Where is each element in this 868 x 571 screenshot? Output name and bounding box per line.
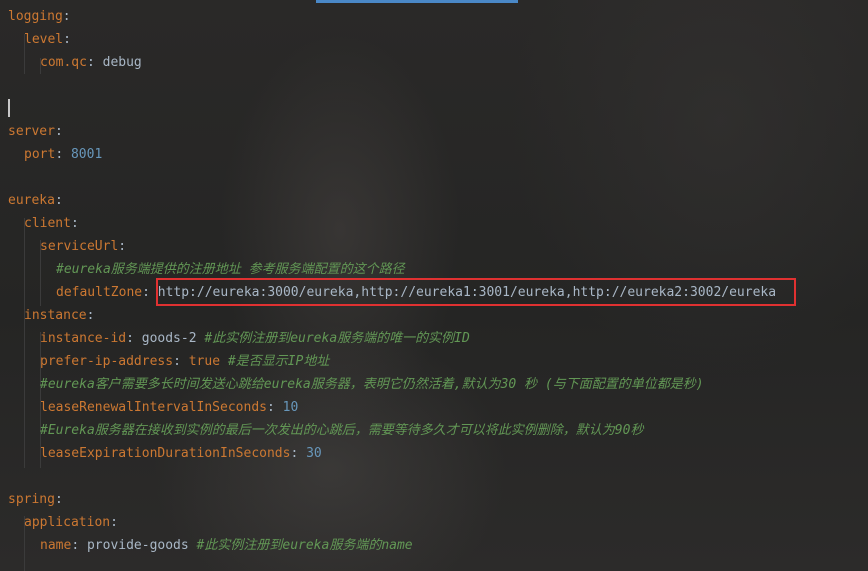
yaml-key: instance [24, 308, 87, 323]
yaml-separator: : [55, 147, 71, 162]
yaml-separator: : [266, 400, 283, 415]
code-line[interactable]: client: [24, 212, 79, 235]
indent-guide [24, 218, 25, 468]
yaml-separator: : [86, 55, 103, 70]
yaml-key: spring [8, 492, 55, 507]
yaml-key: instance-id [40, 331, 127, 346]
yaml-separator: : [173, 354, 189, 369]
yaml-comment: #是否显示IP地址 [220, 354, 330, 369]
yaml-separator: : [110, 515, 118, 530]
code-line[interactable]: prefer-ip-address: true #是否显示IP地址 [40, 350, 329, 373]
yaml-key: server [8, 124, 55, 139]
code-line[interactable]: port: 8001 [24, 143, 102, 166]
yaml-key: client [24, 216, 71, 231]
yaml-separator: : [63, 32, 71, 47]
yaml-key: com.qc [40, 55, 87, 70]
code-line[interactable]: instance-id: goods-2 #此实例注册到eureka服务端的唯一… [40, 327, 470, 350]
code-line[interactable]: com.qc: debug [40, 51, 142, 74]
yaml-key: leaseRenewalIntervalInSeconds [40, 400, 267, 415]
code-line[interactable]: level: [24, 28, 71, 51]
code-line[interactable]: server: [8, 120, 63, 143]
code-line[interactable]: instance: [24, 304, 94, 327]
yaml-number: 30 [306, 446, 322, 461]
yaml-key: eureka [8, 193, 55, 208]
yaml-comment: #Eureka服务器在接收到实例的最后一次发出的心跳后，需要等待多久才可以将此实… [40, 423, 644, 438]
code-line[interactable]: application: [24, 511, 118, 534]
yaml-key: level [24, 32, 64, 47]
yaml-number: 10 [282, 400, 299, 415]
yaml-separator: : [54, 193, 63, 208]
yaml-separator: : [70, 216, 79, 231]
yaml-value: goods-2 [141, 331, 197, 346]
yaml-key: prefer-ip-address [40, 354, 174, 369]
code-line[interactable]: leaseRenewalIntervalInSeconds: 10 [40, 396, 298, 419]
yaml-separator: : [126, 331, 142, 346]
yaml-separator: : [86, 308, 95, 323]
highlight-box [156, 278, 796, 306]
yaml-separator: : [62, 9, 71, 24]
yaml-separator: : [71, 538, 87, 553]
yaml-key: serviceUrl [40, 239, 119, 254]
yaml-key: logging [8, 9, 63, 24]
code-line[interactable]: #eureka客户需要多长时间发送心跳给eureka服务器，表明它仍然活着,默认… [40, 373, 704, 396]
code-editor[interactable]: logging: level: com.qc: debug server: po… [0, 0, 868, 571]
yaml-comment: #此实例注册到eureka服务端的name [188, 538, 413, 553]
code-line[interactable]: name: provide-goods #此实例注册到eureka服务端的nam… [40, 534, 413, 557]
code-line[interactable]: eureka: [8, 189, 63, 212]
yaml-key: defaultZone [56, 285, 143, 300]
yaml-separator: : [290, 446, 307, 461]
yaml-comment: #eureka服务端提供的注册地址 参考服务端配置的这个路径 [56, 262, 405, 277]
yaml-comment: #此实例注册到eureka服务端的唯一的实例ID [196, 331, 470, 346]
yaml-value: debug [102, 55, 142, 70]
yaml-value: provide-goods [86, 538, 189, 553]
yaml-comment: #eureka客户需要多长时间发送心跳给eureka服务器，表明它仍然活着,默认… [40, 377, 704, 392]
code-line[interactable]: spring: [8, 488, 63, 511]
yaml-key: port [24, 147, 56, 162]
yaml-separator: : [54, 124, 63, 139]
code-line[interactable]: serviceUrl: [40, 235, 126, 258]
yaml-boolean: true [188, 354, 221, 369]
code-line[interactable]: logging: [8, 5, 71, 28]
active-tab-indicator [316, 0, 518, 3]
code-line[interactable]: leaseExpirationDurationInSeconds: 30 [40, 442, 322, 465]
yaml-key: application [24, 515, 111, 530]
yaml-key: leaseExpirationDurationInSeconds [40, 446, 291, 461]
yaml-separator: : [54, 492, 63, 507]
code-line[interactable]: #Eureka服务器在接收到实例的最后一次发出的心跳后，需要等待多久才可以将此实… [40, 419, 643, 442]
yaml-separator: : [118, 239, 127, 254]
text-cursor [8, 99, 10, 117]
yaml-number: 8001 [70, 147, 103, 162]
yaml-key: name [40, 538, 72, 553]
